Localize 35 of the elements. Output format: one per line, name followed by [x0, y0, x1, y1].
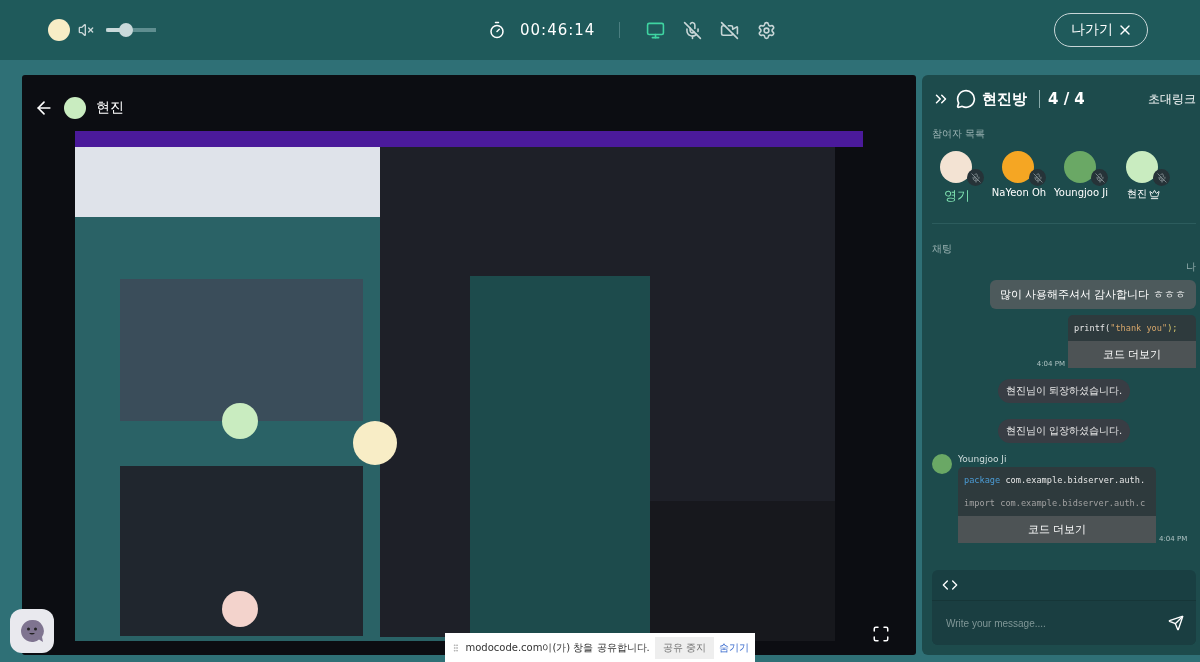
show-more-button[interactable]: 코드 더보기 — [1068, 341, 1196, 368]
section-label: 참여자 목록 — [932, 127, 987, 141]
chat-bubble-icon — [19, 618, 45, 644]
user-name: 현진 — [96, 99, 124, 117]
sender-name: 나 — [1186, 260, 1196, 274]
chat-icon — [956, 89, 976, 109]
participant-name: 현진 — [1126, 187, 1160, 201]
code-message: printf("thank you"); 코드 더보기 — [1068, 315, 1196, 368]
drag-handle-icon[interactable] — [451, 642, 461, 653]
chat-message: 많이 사용해주셔서 감사합니다 ㅎㅎㅎ — [989, 280, 1196, 309]
sender-name: Youngjoo Ji — [958, 454, 1008, 464]
share-message: modocode.com이(가) 창을 공유합니다. — [465, 640, 650, 655]
stop-sharing-button[interactable]: 공유 중지 — [654, 636, 714, 659]
show-more-button[interactable]: 코드 더보기 — [958, 516, 1156, 543]
system-message: 현진님이 입장하셨습니다. — [997, 419, 1131, 443]
speaker-muted-icon[interactable] — [78, 22, 94, 38]
send-icon[interactable] — [1168, 615, 1184, 631]
timer-icon — [488, 21, 506, 39]
participant-count: 4 / 4 — [1039, 90, 1085, 108]
invite-link[interactable]: 초대링크 — [1148, 90, 1196, 108]
bot-button[interactable] — [10, 609, 54, 653]
participant-name: NaYeon Oh — [991, 187, 1047, 198]
elapsed-time: 00:46:14 — [520, 21, 596, 39]
user-avatar — [64, 97, 86, 119]
message-input[interactable]: Write your message.... — [944, 616, 1168, 630]
fullscreen-icon[interactable] — [872, 625, 890, 643]
participant-name: 영기 — [944, 187, 970, 205]
code-message: package com.example.bidserver.auth. import com.example.bidserver.auth.c 코드 더보기 — [958, 467, 1156, 543]
system-message: 현진님이 퇴장하셨습니다. — [997, 379, 1131, 403]
room-title: 현진방 — [982, 89, 1027, 109]
hide-link[interactable]: 숨기기 — [719, 640, 749, 655]
section-label: 채팅 — [932, 242, 953, 256]
participant-name: Youngjoo Ji — [1054, 187, 1108, 198]
code-icon[interactable] — [942, 577, 958, 593]
user-avatar[interactable] — [48, 19, 70, 41]
